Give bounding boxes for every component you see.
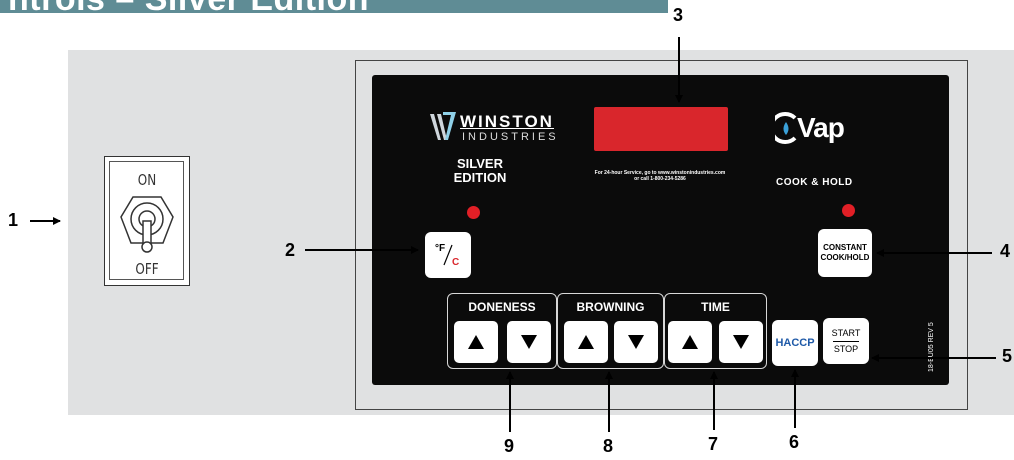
callout-4: 4 <box>1000 241 1011 261</box>
callout-7: 7 <box>708 434 719 454</box>
callout-8: 8 <box>603 436 614 456</box>
callout-leaders <box>30 37 996 432</box>
callout-3: 3 <box>673 5 684 25</box>
callout-6: 6 <box>789 432 800 452</box>
callout-5: 5 <box>1002 346 1013 366</box>
callout-9: 9 <box>504 436 515 456</box>
callout-2: 2 <box>285 240 296 260</box>
callout-1: 1 <box>8 210 19 230</box>
